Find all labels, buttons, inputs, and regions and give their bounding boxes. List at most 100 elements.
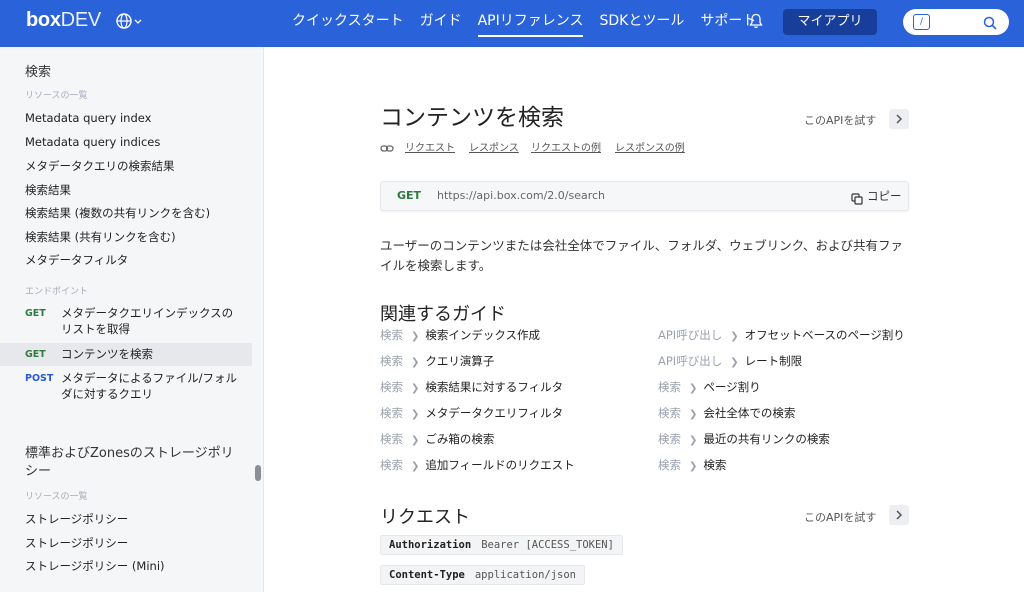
try-api-link[interactable]: このAPIを試す (804, 112, 876, 128)
sidebar-item-resource[interactable]: ストレージポリシー (25, 535, 128, 551)
try-api-chevron-right-icon[interactable] (889, 109, 909, 129)
sidebar-endpoint-label: メタデータによるファイル/フォルダに対するクエリ (61, 371, 238, 401)
sidebar: 検索 リソースの一覧 Metadata query index Metadata… (0, 47, 264, 592)
nav-quickstart[interactable]: クイックスタート (292, 0, 404, 47)
header-param-authorization: Authorization Bearer [ACCESS_TOKEN] (380, 535, 623, 555)
chevron-right-icon: ❯ (730, 357, 739, 368)
related-guide-link[interactable]: API呼び出し ❯ オフセットベースのページ割り (658, 327, 905, 343)
chevron-right-icon: ❯ (411, 383, 420, 394)
sidebar-endpoint-label: コンテンツを検索 (61, 347, 153, 361)
related-guide-link[interactable]: 検索 ❯ ページ割り (658, 379, 761, 395)
anchor-response[interactable]: レスポンス (469, 139, 519, 154)
related-guide-link[interactable]: 検索 ❯ 検索インデックス作成 (380, 327, 540, 343)
sidebar-item-resource[interactable]: 検索結果 (複数の共有リンクを含む) (25, 205, 210, 221)
method-badge: POST (25, 373, 54, 384)
guide-title: 追加フィールドのリクエスト (425, 458, 575, 472)
box-dev-logo[interactable]: boxDEV (26, 9, 101, 32)
guide-category: 検索 (658, 406, 681, 420)
related-guide-link[interactable]: 検索 ❯ 検索 (658, 457, 726, 473)
sidebar-item-resource[interactable]: 検索結果 (共有リンクを含む) (25, 229, 176, 245)
sidebar-section-title-storage-policies[interactable]: 標準およびZonesのストレージポリシー (25, 445, 245, 481)
chevron-right-icon: ❯ (689, 383, 698, 394)
sidebar-item-resource[interactable]: 検索結果 (25, 182, 71, 198)
guide-category: 検索 (658, 432, 681, 446)
anchor-request[interactable]: リクエスト (405, 139, 455, 154)
language-globe-icon[interactable] (116, 12, 144, 32)
sidebar-item-resource[interactable]: ストレージポリシー (25, 511, 128, 527)
chevron-right-icon: ❯ (730, 331, 739, 342)
guide-category: 検索 (380, 432, 403, 446)
sidebar-endpoints-heading: エンドポイント (25, 287, 89, 297)
guide-title: 最近の共有リンクの検索 (703, 432, 830, 446)
sidebar-item-resource[interactable]: メタデータフィルタ (25, 252, 128, 268)
related-guide-link[interactable]: 検索 ❯ 最近の共有リンクの検索 (658, 431, 830, 447)
sidebar-endpoint-list-indices[interactable]: GET メタデータクエリインデックスのリストを取得 (0, 302, 252, 342)
sidebar-item-resource[interactable]: Metadata query index (25, 111, 151, 125)
related-guides-heading: 関連するガイド (380, 304, 506, 325)
endpoint-description: ユーザーのコンテンツまたは会社全体でファイル、フォルダ、ウェブリンク、および共有… (380, 238, 904, 273)
related-guide-link[interactable]: 検索 ❯ 追加フィールドのリクエスト (380, 457, 575, 473)
param-value: Bearer [ACCESS_TOKEN] (481, 539, 614, 551)
related-guide-link[interactable]: 検索 ❯ クエリ演算子 (380, 353, 494, 369)
method-badge: GET (25, 308, 46, 319)
my-apps-button[interactable]: マイアプリ (783, 9, 877, 35)
related-guide-link[interactable]: 検索 ❯ ごみ箱の検索 (380, 431, 494, 447)
request-try-api-link[interactable]: このAPIを試す (804, 509, 876, 525)
endpoint-method: GET (397, 189, 422, 202)
logo-dev-text: DEV (60, 9, 102, 31)
sidebar-resources-heading: リソースの一覧 (25, 91, 88, 101)
chevron-right-icon: ❯ (689, 409, 698, 420)
nav-sdks-tools[interactable]: SDKとツール (599, 0, 684, 47)
slash-shortcut-key: / (913, 14, 930, 30)
copy-icon[interactable] (851, 190, 863, 205)
related-guide-link[interactable]: API呼び出し ❯ レート制限 (658, 353, 802, 369)
anchor-response-example[interactable]: レスポンスの例 (615, 139, 685, 154)
search-input[interactable]: / (903, 9, 1009, 35)
chevron-right-icon: ❯ (411, 461, 420, 472)
chevron-right-icon: ❯ (411, 435, 420, 446)
chevron-right-icon: ❯ (411, 357, 420, 368)
link-icon (380, 140, 394, 152)
param-name: Authorization (389, 539, 472, 551)
sidebar-scrollbar[interactable] (255, 465, 261, 481)
sidebar-item-resource[interactable]: Metadata query indices (25, 135, 160, 149)
endpoint-box: GET https://api.box.com/2.0/search コピー (380, 181, 909, 211)
main-nav: クイックスタート ガイド APIリファレンス SDKとツール サポート (292, 0, 772, 47)
sidebar-endpoint-search-content[interactable]: GET コンテンツを検索 (0, 343, 252, 366)
search-icon[interactable] (983, 15, 997, 30)
guide-category: 検索 (380, 354, 403, 368)
sidebar-item-resource[interactable]: メタデータクエリの検索結果 (25, 158, 175, 174)
nav-guides[interactable]: ガイド (420, 0, 462, 47)
related-guide-link[interactable]: 検索 ❯ メタデータクエリフィルタ (380, 405, 563, 421)
guide-title: クエリ演算子 (425, 354, 495, 368)
guide-category: API呼び出し (658, 328, 723, 342)
nav-support[interactable]: サポート (700, 0, 756, 47)
sidebar-endpoint-metadata-query[interactable]: POST メタデータによるファイル/フォルダに対するクエリ (0, 367, 252, 407)
chevron-right-icon: ❯ (689, 461, 698, 472)
chevron-right-icon: ❯ (689, 435, 698, 446)
related-guide-link[interactable]: 検索 ❯ 検索結果に対するフィルタ (380, 379, 563, 395)
endpoint-url: https://api.box.com/2.0/search (437, 189, 606, 202)
guide-title: 会社全体での検索 (703, 406, 796, 420)
logo-box-text: box (26, 9, 61, 31)
guide-title: 検索 (703, 458, 727, 472)
sidebar-item-resource[interactable]: ストレージポリシー (Mini) (25, 558, 165, 574)
param-value: application/json (474, 569, 577, 581)
request-try-api-chevron-right-icon[interactable] (889, 505, 909, 525)
related-guide-link[interactable]: 検索 ❯ 会社全体での検索 (658, 405, 795, 421)
bell-icon[interactable] (749, 13, 763, 29)
nav-api-reference[interactable]: APIリファレンス (477, 0, 583, 47)
request-heading: リクエスト (380, 507, 470, 528)
guide-category: 検索 (380, 328, 403, 342)
guide-category: 検索 (658, 458, 681, 472)
anchor-request-example[interactable]: リクエストの例 (531, 139, 601, 154)
guide-title: メタデータクエリフィルタ (425, 406, 564, 420)
copy-button[interactable]: コピー (867, 188, 902, 204)
guide-title: ページ割り (703, 380, 761, 394)
sidebar-section-title-search[interactable]: 検索 (25, 61, 51, 80)
guide-title: 検索インデックス作成 (425, 328, 541, 342)
sidebar-endpoint-label: メタデータクエリインデックスのリストを取得 (61, 306, 234, 336)
method-badge: GET (25, 349, 46, 360)
chevron-right-icon: ❯ (411, 409, 420, 420)
guide-title: ごみ箱の検索 (425, 432, 495, 446)
